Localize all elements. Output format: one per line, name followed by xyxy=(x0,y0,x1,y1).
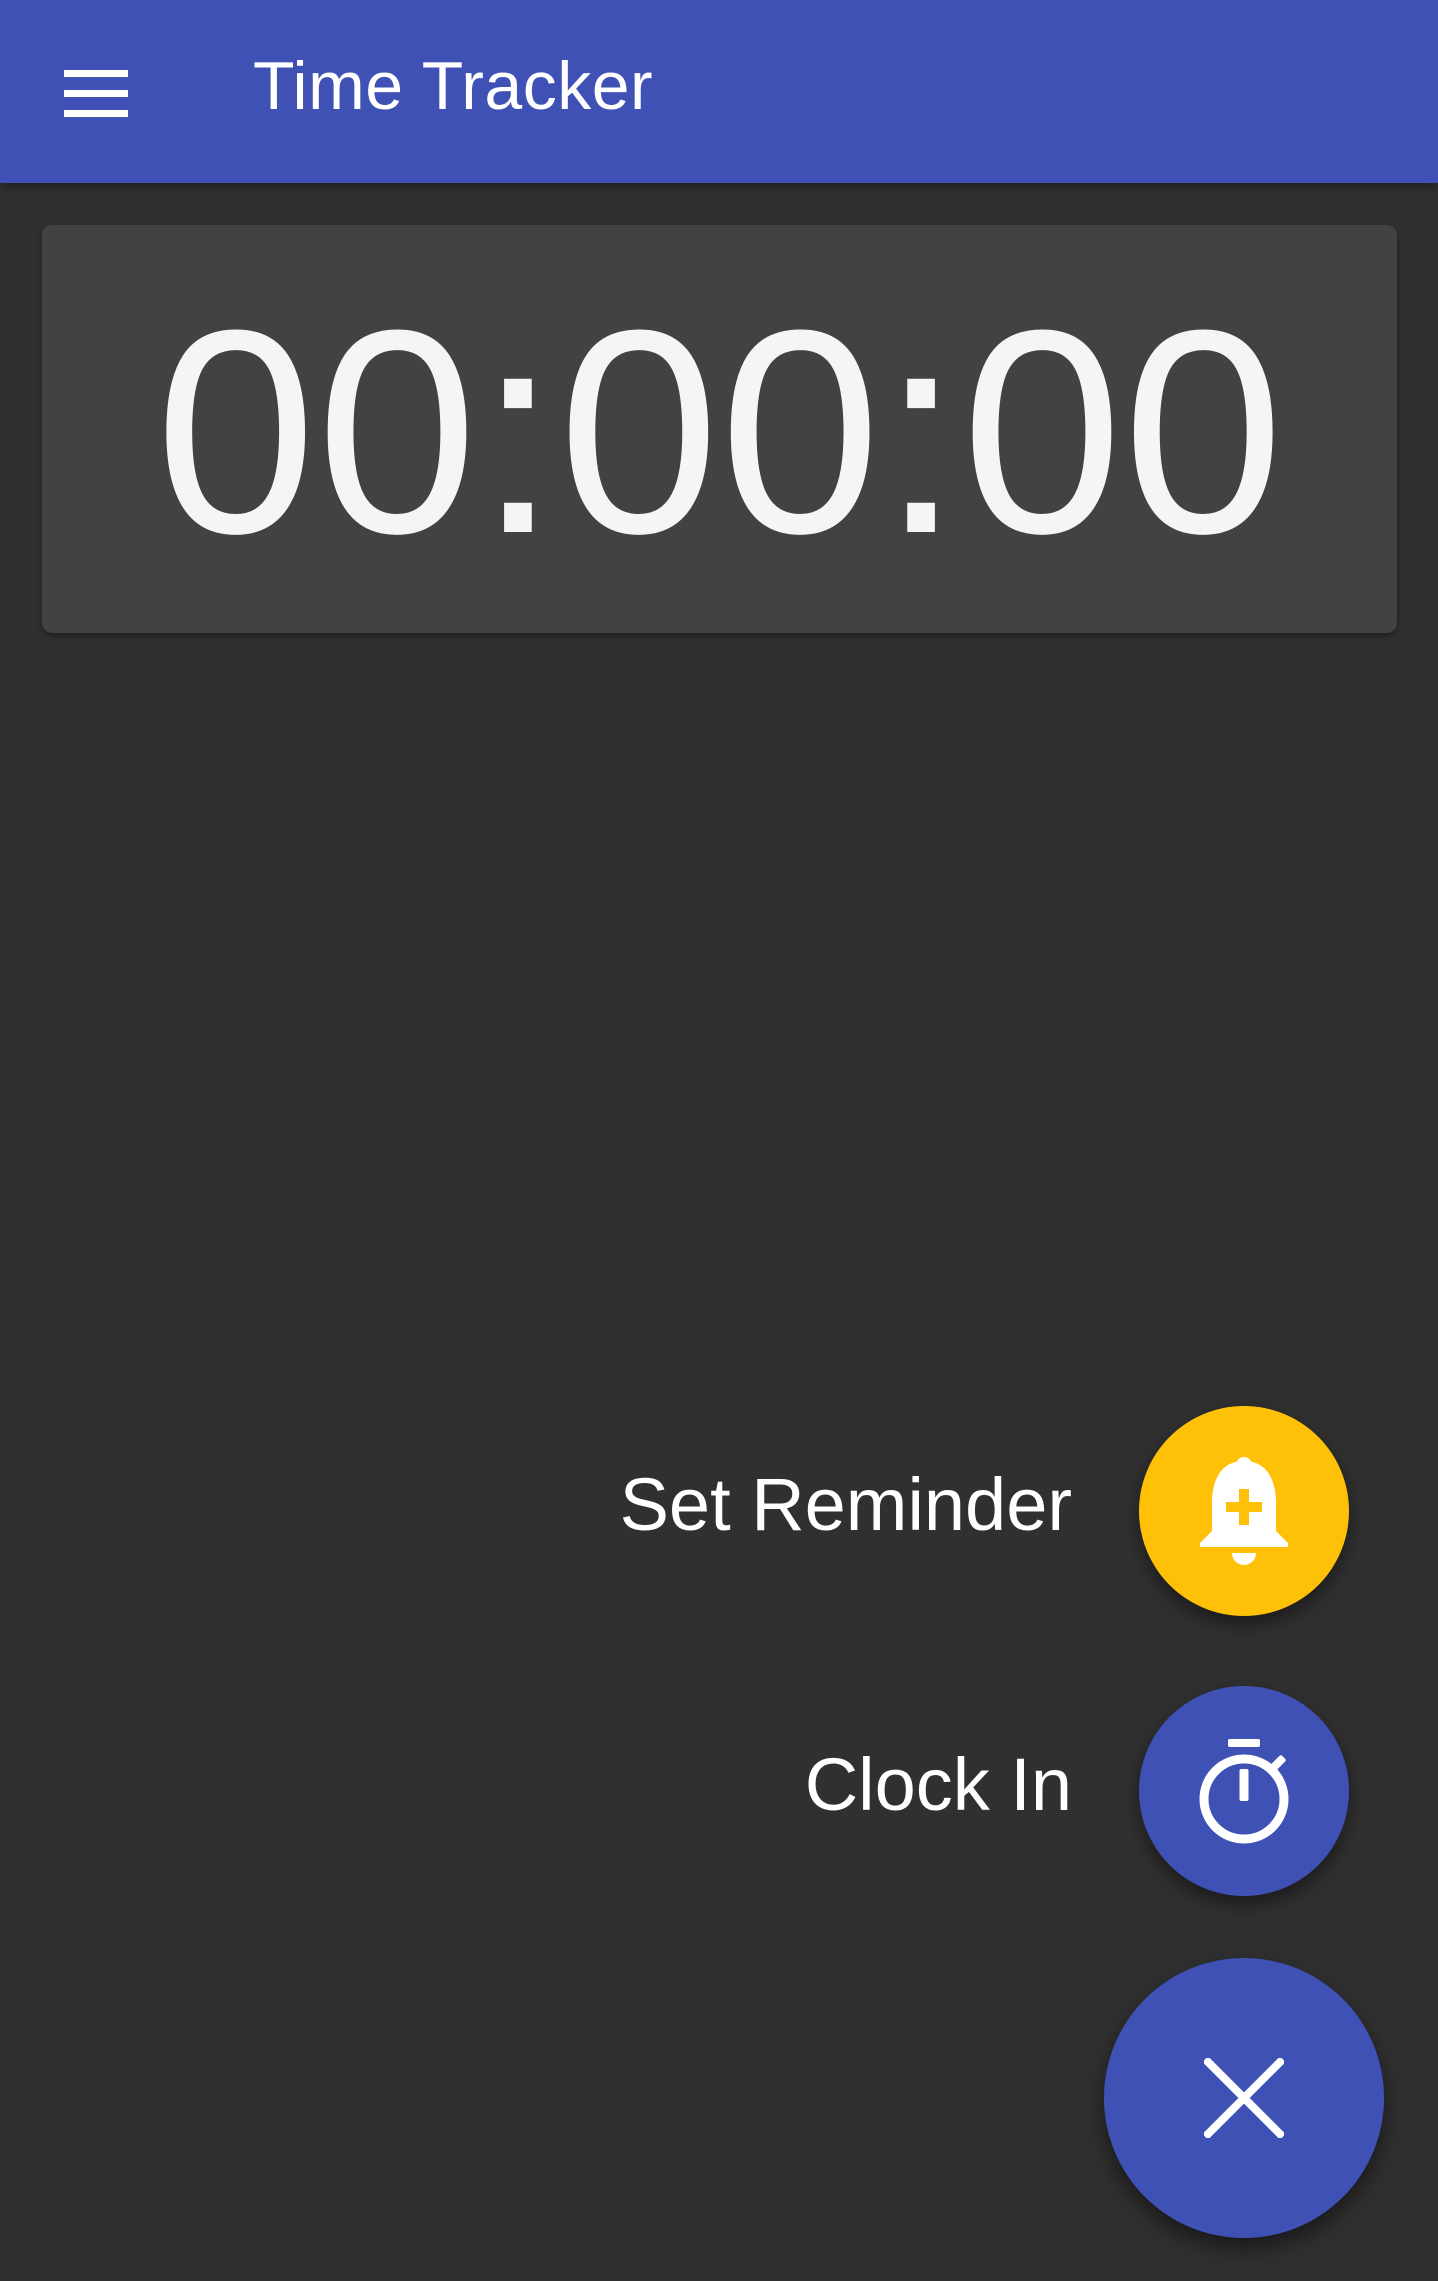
stopwatch-icon xyxy=(1199,1739,1289,1844)
timer-display: 00:00:00 xyxy=(155,270,1284,594)
set-reminder-button[interactable] xyxy=(1139,1406,1349,1616)
clock-in-button[interactable] xyxy=(1139,1686,1349,1896)
hamburger-menu-icon xyxy=(64,70,128,117)
clock-in-label[interactable]: Clock In xyxy=(805,1742,1072,1827)
app-title: Time Tracker xyxy=(253,48,654,124)
speed-dial-close-button[interactable] xyxy=(1104,1958,1384,2238)
menu-button[interactable] xyxy=(44,40,152,148)
close-icon xyxy=(1204,2058,1284,2138)
app-bar: Time Tracker xyxy=(0,0,1438,183)
timer-card: 00:00:00 xyxy=(42,225,1397,633)
set-reminder-label[interactable]: Set Reminder xyxy=(620,1462,1072,1547)
bell-plus-icon xyxy=(1200,1457,1288,1565)
